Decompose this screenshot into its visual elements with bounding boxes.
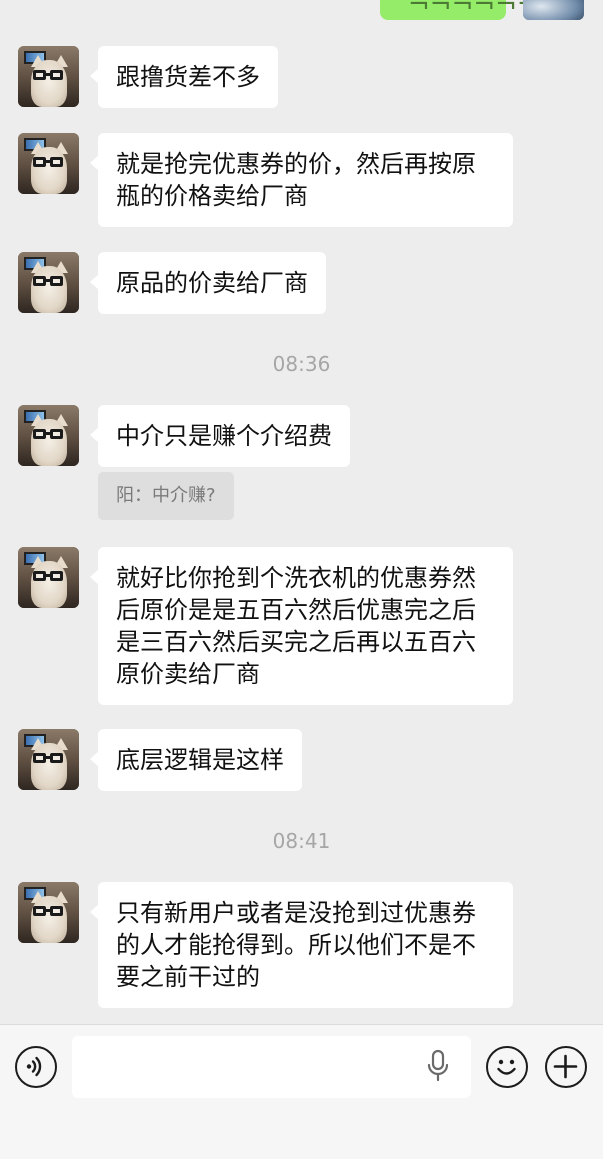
- emoji-button[interactable]: [486, 1046, 528, 1088]
- message-input[interactable]: [72, 1036, 471, 1098]
- message-bubble[interactable]: 原品的价卖给厂商: [90, 252, 326, 314]
- cat-avatar[interactable]: [18, 547, 79, 608]
- input-bar: [0, 1024, 603, 1159]
- plus-icon: [553, 1054, 578, 1079]
- quoted-message[interactable]: 阳：中介赚?: [98, 472, 234, 520]
- message-text: 只有新用户或者是没抢到过优惠券 的人才能抢得到。所以他们不是不 要之前干过的: [116, 899, 476, 991]
- message-text: 就好比你抢到个洗衣机的优惠券然 后原价是是五百六然后优惠完之后 是三百六然后买完…: [116, 564, 476, 688]
- emoji-icon: [497, 1059, 516, 1075]
- timestamp: 08:36: [272, 352, 331, 376]
- cat-avatar[interactable]: [18, 729, 79, 790]
- chat-area[interactable]: ¬¬¬¬¬¬ 跟撸货差不多 就是抢完优惠券的价，然后再按原 瓶的价格卖给厂商 原…: [0, 0, 603, 1024]
- message-bubble[interactable]: 跟撸货差不多: [90, 46, 278, 108]
- message-bubble[interactable]: 就是抢完优惠券的价，然后再按原 瓶的价格卖给厂商: [90, 133, 513, 227]
- message-text: 原品的价卖给厂商: [116, 269, 308, 297]
- message-text: 就是抢完优惠券的价，然后再按原 瓶的价格卖给厂商: [116, 150, 476, 210]
- voice-button[interactable]: [15, 1046, 57, 1088]
- message-bubble[interactable]: 底层逻辑是这样: [90, 729, 302, 791]
- microphone-icon: [427, 1049, 449, 1082]
- timestamp: 08:41: [272, 829, 331, 853]
- message-text: 中介只是赚个介绍费: [116, 422, 332, 450]
- more-button[interactable]: [545, 1046, 587, 1088]
- message-bubble[interactable]: 只有新用户或者是没抢到过优惠券 的人才能抢得到。所以他们不是不 要之前干过的: [90, 882, 513, 1008]
- message-text: 底层逻辑是这样: [116, 746, 284, 774]
- microphone-button[interactable]: [426, 1048, 450, 1084]
- cat-avatar[interactable]: [18, 133, 79, 194]
- cat-avatar[interactable]: [18, 882, 79, 943]
- cat-avatar[interactable]: [18, 46, 79, 107]
- voice-icon: [26, 1056, 42, 1077]
- message-text: 跟撸货差不多: [116, 63, 260, 91]
- message-bubble[interactable]: 中介只是赚个介绍费: [90, 405, 350, 467]
- outgoing-message-text: ¬¬¬¬¬¬: [408, 0, 539, 20]
- outgoing-message-bubble[interactable]: ¬¬¬¬¬¬: [380, 0, 539, 20]
- message-bubble[interactable]: 就好比你抢到个洗衣机的优惠券然 后原价是是五百六然后优惠完之后 是三百六然后买完…: [90, 547, 513, 705]
- my-avatar[interactable]: [523, 0, 584, 20]
- cat-avatar[interactable]: [18, 252, 79, 313]
- cat-avatar[interactable]: [18, 405, 79, 466]
